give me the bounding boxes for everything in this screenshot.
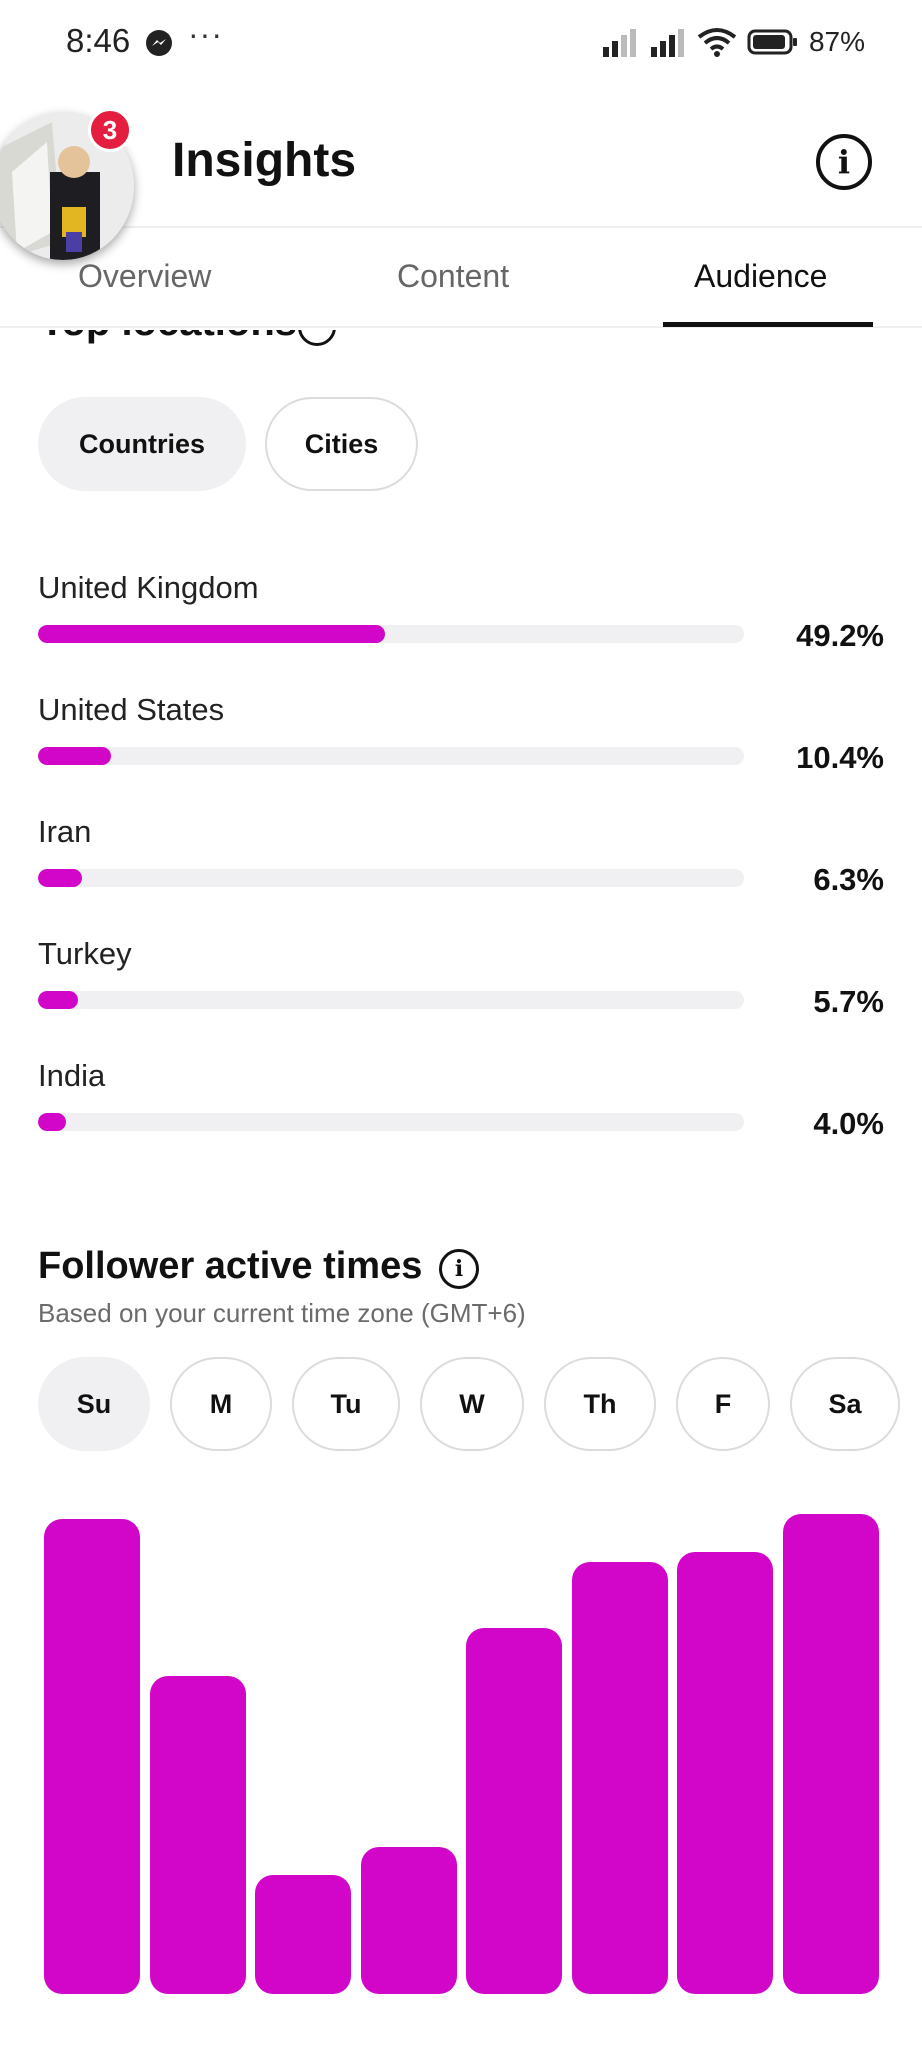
wifi-icon [697, 28, 737, 57]
location-row: United Kingdom 49.2% [0, 570, 922, 680]
tab-bar: Overview Content Audience [0, 228, 922, 328]
filter-cities-chip[interactable]: Cities [265, 397, 418, 491]
location-percent: 10.4% [796, 740, 884, 775]
filter-countries-chip[interactable]: Countries [38, 397, 246, 491]
location-name: United States [38, 692, 225, 727]
active-times-bar [466, 1628, 562, 1994]
location-bar-track [38, 625, 744, 643]
location-row: Iran 6.3% [0, 814, 922, 924]
signal-icon [650, 29, 684, 57]
active-times-title: Follower active times [38, 1245, 423, 1287]
location-name: United Kingdom [38, 570, 259, 605]
location-name: India [38, 1058, 106, 1093]
active-tab-indicator [663, 322, 873, 327]
active-times-chart [0, 1500, 922, 2000]
location-bar-track [38, 1113, 744, 1131]
page-title: Insights [172, 134, 357, 187]
day-chip-friday[interactable]: F [676, 1357, 770, 1451]
notification-badge: 3 [88, 108, 132, 152]
active-times-bar [361, 1847, 457, 1994]
location-bar-fill [38, 1113, 67, 1131]
location-row: United States 10.4% [0, 692, 922, 802]
battery-percent: 87% [808, 26, 865, 57]
info-icon[interactable] [298, 330, 336, 346]
location-bar-track [38, 991, 744, 1009]
location-bar-track [38, 869, 744, 887]
location-row: India 4.0% [0, 1058, 922, 1168]
location-percent: 5.7% [813, 984, 884, 1019]
tab-audience[interactable]: Audience [694, 258, 827, 295]
location-percent: 49.2% [796, 618, 884, 653]
status-time: 8:46 [66, 22, 131, 59]
location-bar-track [38, 747, 744, 765]
active-times-bar [150, 1676, 246, 1994]
messenger-icon [146, 30, 172, 56]
location-bar-fill [38, 747, 112, 765]
day-chip-wednesday[interactable]: W [420, 1357, 524, 1451]
location-bar-fill [38, 625, 386, 643]
location-bar-fill [38, 869, 83, 887]
info-icon[interactable]: i [439, 1249, 479, 1289]
info-icon[interactable]: i [816, 134, 872, 190]
tab-overview[interactable]: Overview [78, 258, 211, 295]
location-percent: 4.0% [813, 1106, 884, 1141]
active-times-bar [783, 1514, 879, 1994]
location-percent: 6.3% [813, 862, 884, 897]
day-chip-monday[interactable]: M [170, 1357, 272, 1451]
location-row: Turkey 5.7% [0, 936, 922, 1046]
active-times-bar [44, 1519, 140, 1994]
day-chip-thursday[interactable]: Th [544, 1357, 656, 1451]
day-chip-sunday[interactable]: Su [38, 1357, 150, 1451]
status-bar: 8:46 ··· 87% [0, 0, 922, 84]
signal-icon [602, 29, 636, 57]
active-times-bar [255, 1875, 351, 1994]
status-indicators: 87% [601, 24, 865, 60]
app-header [0, 84, 922, 228]
tab-content[interactable]: Content [397, 258, 509, 295]
location-name: Iran [38, 814, 92, 849]
more-dots: ··· [188, 16, 223, 52]
top-locations-header: Top locations [0, 330, 922, 350]
day-chip-tuesday[interactable]: Tu [292, 1357, 400, 1451]
battery-icon [747, 29, 797, 55]
top-locations-title: Top locations [40, 330, 297, 345]
day-chip-saturday[interactable]: Sa [790, 1357, 900, 1451]
location-bar-fill [38, 991, 79, 1009]
active-times-subtitle: Based on your current time zone (GMT+6) [38, 1298, 526, 1328]
active-times-bar [677, 1552, 773, 1994]
location-name: Turkey [38, 936, 132, 971]
active-times-bar [572, 1562, 668, 1994]
